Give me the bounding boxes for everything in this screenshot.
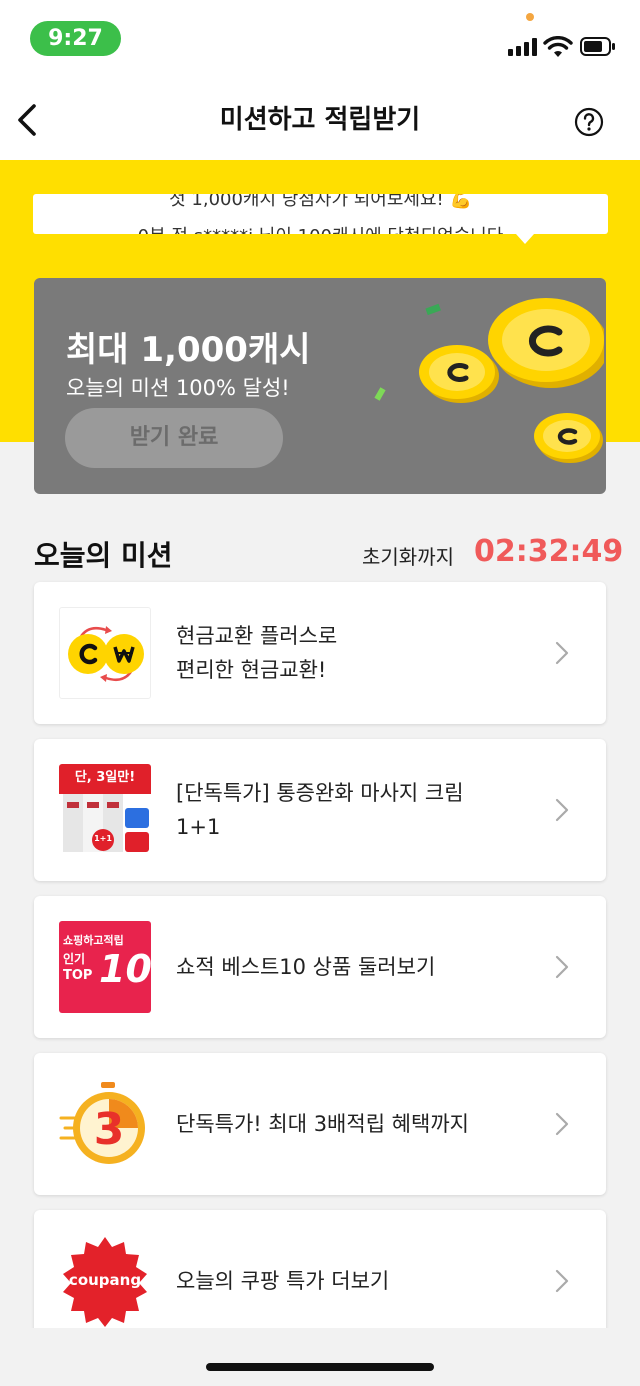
ticker-pointer [516, 234, 534, 244]
massage-cream-product-image: 단, 3일만! 1+1 [59, 764, 151, 856]
banner-title: 최대 1,000캐시 [66, 330, 311, 370]
navigation-header: 미션하고 적립받기 [0, 80, 640, 160]
bottom-safe-area [0, 1328, 640, 1386]
help-icon[interactable] [574, 107, 604, 137]
sale-badge-text: 단, 3일만! [74, 770, 136, 785]
ticker-line-2: 0분 전 s*****i 님이 100캐시에 당첨되었습니다 [33, 222, 608, 234]
battery-icon [580, 37, 615, 56]
chevron-right-icon [555, 641, 569, 665]
mission-page: 9:27 미션하고 적립받기 첫 1,000캐시 당첨자가 되어보세요! 💪 최… [0, 0, 640, 1386]
ticker-line-1: 첫 1,000캐시 당첨자가 되어보세요! 💪 [169, 194, 472, 210]
reward-banner: 최대 1,000캐시 오늘의 미션 100% 달성! 받기 완료 [34, 278, 606, 494]
mission-title: 쇼적 베스트10 상품 둘러보기 [176, 955, 436, 979]
mission-item-massage-cream[interactable]: 단, 3일만! 1+1 [단독특가] 통증완화 마사지 크림 1+1 [34, 739, 606, 881]
claim-complete-button[interactable]: 받기 완료 [65, 408, 283, 468]
mission-title: 오늘의 쿠팡 특가 더보기 [176, 1269, 390, 1293]
top10-top-label: TOP [63, 968, 93, 983]
mission-item-best10[interactable]: 쇼핑하고적립 인기 TOP 10 쇼적 베스트10 상품 둘러보기 [34, 896, 606, 1038]
coins-illustration-icon [374, 298, 604, 463]
mission-subtitle: 1+1 [176, 815, 221, 839]
shopping-top10-badge: 쇼핑하고적립 인기 TOP 10 [59, 921, 151, 1013]
home-indicator[interactable] [206, 1363, 434, 1371]
status-time: 9:27 [30, 21, 121, 56]
chevron-right-icon [555, 955, 569, 979]
top10-line-2: 인기 [63, 952, 86, 966]
top10-number: 10 [99, 947, 151, 991]
reset-label: 초기화까지 [362, 545, 454, 569]
coupang-badge: coupang [59, 1235, 151, 1327]
cash-exchange-icon [59, 607, 151, 699]
mission-title: [단독특가] 통증완화 마사지 크림 [176, 781, 464, 805]
banner-subtitle: 오늘의 미션 100% 달성! [66, 376, 290, 400]
stopwatch-3x-icon: 3 [59, 1078, 151, 1170]
mission-subtitle: 편리한 현금교환! [176, 658, 327, 682]
reset-countdown: 02:32:49 [474, 534, 624, 569]
mission-title: 현금교환 플러스로 [176, 624, 338, 648]
mission-title: 단독특가! 최대 3배적립 혜택까지 [176, 1112, 469, 1136]
mission-item-triple-points[interactable]: 3 단독특가! 최대 3배적립 혜택까지 [34, 1053, 606, 1195]
back-icon[interactable] [10, 98, 50, 142]
svg-text:3: 3 [94, 1104, 125, 1155]
mission-item-cash-exchange[interactable]: 현금교환 플러스로 편리한 현금교환! [34, 582, 606, 724]
top10-line-1: 쇼핑하고적립 [63, 934, 124, 947]
status-bar: 9:27 [0, 0, 640, 80]
promo-badge-text: 1+1 [94, 834, 112, 843]
page-title: 미션하고 적립받기 [219, 105, 421, 135]
coupang-label: coupang [68, 1271, 142, 1289]
chevron-right-icon [555, 798, 569, 822]
chevron-right-icon [555, 1112, 569, 1136]
privacy-indicator-icon [526, 13, 534, 21]
wifi-icon [543, 36, 573, 57]
missions-section-title: 오늘의 미션 [34, 539, 173, 572]
chevron-right-icon [555, 1269, 569, 1293]
winner-ticker: 첫 1,000캐시 당첨자가 되어보세요! 💪 0분 전 s*****i 님이 … [33, 194, 608, 234]
cellular-signal-icon [508, 38, 538, 56]
